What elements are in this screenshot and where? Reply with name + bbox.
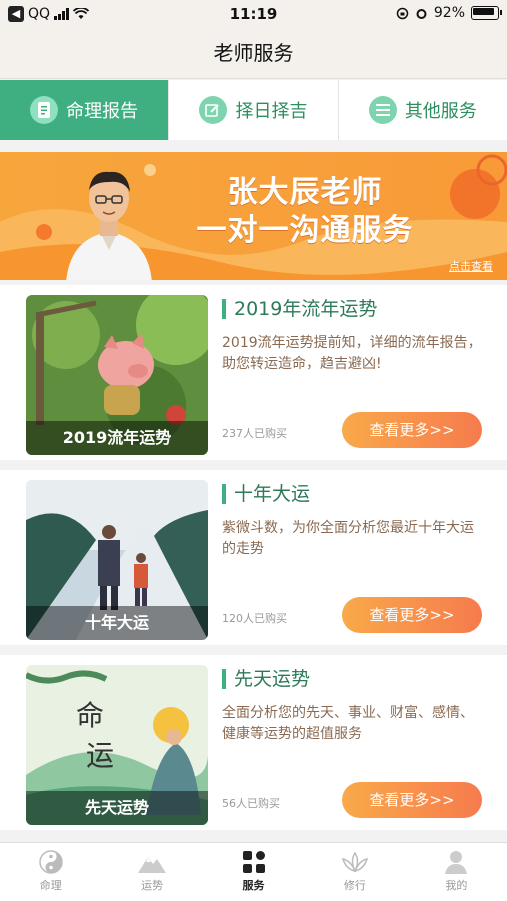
battery-icon bbox=[471, 6, 502, 20]
nav-label: 命理 bbox=[39, 879, 62, 892]
tab-reports[interactable]: 命理报告 bbox=[0, 80, 170, 140]
yin-yang-icon bbox=[38, 850, 63, 874]
person-icon bbox=[445, 851, 468, 874]
tab-other-services-label: 其他服务 bbox=[404, 101, 477, 122]
tab-other-services[interactable]: 其他服务 bbox=[339, 80, 507, 140]
teacher-portrait bbox=[66, 171, 152, 280]
card-thumbnail-caption: 2019流年运势 bbox=[26, 421, 208, 455]
service-tabs: 命理报告 择日择吉 其他服务 bbox=[0, 80, 507, 140]
card-title: 先天运势 bbox=[222, 669, 310, 689]
nav-item-practice[interactable]: 修行 bbox=[304, 843, 405, 901]
card-sold-count: 56人已购买 bbox=[222, 797, 280, 810]
card-thumbnail[interactable]: 十年大运 bbox=[26, 480, 208, 640]
banner-title-line1: 张大辰老师 bbox=[227, 175, 383, 210]
service-card-innate[interactable]: 命 运 先天运势 先天运势 全面分析您的先天、事业、财富、感情、健康等运势的超值… bbox=[0, 655, 507, 830]
nav-label: 运势 bbox=[141, 879, 164, 892]
tab-reports-label: 命理报告 bbox=[66, 101, 139, 122]
card-title: 2019年流年运势 bbox=[222, 299, 377, 319]
document-icon bbox=[30, 96, 59, 124]
tab-date-selection[interactable]: 择日择吉 bbox=[169, 80, 339, 140]
view-more-button[interactable]: 查看更多>> bbox=[342, 782, 482, 818]
nav-label: 我的 bbox=[445, 879, 468, 892]
card-thumbnail-caption: 先天运势 bbox=[26, 791, 208, 825]
status-right: 92% bbox=[396, 5, 502, 21]
card-thumbnail-caption: 十年大运 bbox=[26, 606, 208, 640]
status-bar: ◀ QQ 11:19 92% bbox=[0, 0, 507, 28]
banner-title: 张大辰老师 一对一沟通服务 bbox=[170, 174, 440, 250]
card-thumbnail[interactable]: 命 运 先天运势 bbox=[26, 665, 208, 825]
card-description: 紫微斗数，为你全面分析您最近十年大运的走势 bbox=[222, 520, 474, 557]
bottom-nav: 命理 运势 服务 修行 我的 bbox=[0, 842, 507, 901]
card-thumbnail[interactable]: 2019流年运势 bbox=[26, 295, 208, 455]
art-text-luck: 运 bbox=[86, 739, 114, 772]
alarm-icon bbox=[416, 8, 427, 19]
card-sold-count: 120人已购买 bbox=[222, 612, 287, 625]
card-title: 十年大运 bbox=[222, 484, 310, 504]
card-sold-count: 237人已购买 bbox=[222, 427, 287, 440]
lotus-icon bbox=[341, 851, 369, 873]
banner-view-link[interactable]: 点击查看 bbox=[449, 258, 493, 274]
nav-item-fortune[interactable]: 运势 bbox=[101, 843, 202, 901]
list-icon bbox=[368, 96, 397, 124]
banner-title-line2: 一对一沟通服务 bbox=[196, 213, 414, 248]
teacher-banner[interactable]: 张大辰老师 一对一沟通服务 点击查看 bbox=[0, 152, 507, 280]
service-card-ten-year[interactable]: 十年大运 十年大运 紫微斗数，为你全面分析您最近十年大运的走势 120人已购买 … bbox=[0, 470, 507, 645]
service-card-2019[interactable]: 2019流年运势 2019年流年运势 2019流年运势提前知，详细的流年报告，助… bbox=[0, 285, 507, 460]
nav-item-fortune-telling[interactable]: 命理 bbox=[0, 843, 101, 901]
orientation-lock-icon bbox=[396, 7, 409, 19]
card-description: 2019流年运势提前知，详细的流年报告，助您转运造命，趋吉避凶! bbox=[222, 335, 482, 372]
nav-label: 服务 bbox=[242, 879, 265, 892]
battery-percent: 92% bbox=[433, 5, 465, 21]
view-more-button[interactable]: 查看更多>> bbox=[342, 412, 482, 448]
mountain-icon bbox=[138, 857, 167, 873]
page-title: 老师服务 bbox=[0, 28, 507, 79]
view-more-button[interactable]: 查看更多>> bbox=[342, 597, 482, 633]
nav-item-mine[interactable]: 我的 bbox=[406, 843, 507, 901]
card-description: 全面分析您的先天、事业、财富、感情、健康等运势的超值服务 bbox=[222, 705, 474, 742]
art-text-fate: 命 bbox=[76, 699, 104, 732]
tab-date-selection-label: 择日择吉 bbox=[235, 101, 308, 122]
edit-icon bbox=[199, 96, 228, 124]
nav-label: 修行 bbox=[343, 879, 366, 892]
grid-icon bbox=[242, 851, 265, 873]
nav-item-services[interactable]: 服务 bbox=[203, 843, 304, 901]
